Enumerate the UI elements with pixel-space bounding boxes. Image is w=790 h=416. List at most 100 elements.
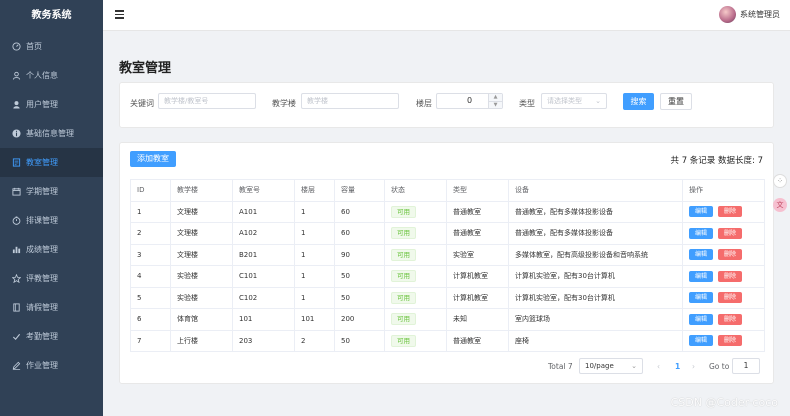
- current-page[interactable]: 1: [675, 358, 680, 374]
- chevron-down-icon: ⌄: [595, 97, 601, 105]
- edit-button[interactable]: 编辑: [689, 292, 713, 304]
- sidebar-item-10[interactable]: 考勤管理: [0, 322, 103, 351]
- page-size-value: 10/page: [585, 362, 614, 370]
- watermark: CSDN @Coder-coco: [670, 396, 778, 409]
- table-cell: 文理楼: [170, 200, 233, 223]
- delete-button[interactable]: 删除: [718, 227, 742, 239]
- table-cell: 50: [334, 265, 385, 288]
- edit-icon: [12, 361, 21, 370]
- table-cell: 上行楼: [170, 329, 233, 352]
- table-cell: 6: [130, 308, 171, 331]
- actions-cell: 编辑 删除: [682, 329, 765, 352]
- table-row: 2 文理楼 A102 1 60 可用 普通教室 普通教室，配有多媒体投影设备 编辑 删除: [130, 222, 765, 245]
- table-cell: 5: [130, 286, 171, 309]
- edit-button[interactable]: 编辑: [689, 270, 713, 282]
- add-classroom-button[interactable]: 添加教室: [130, 151, 176, 167]
- table-cell: 可用: [384, 243, 447, 266]
- table-cell: B201: [232, 243, 295, 266]
- table-cell: 普通教室，配有多媒体投影设备: [508, 200, 683, 223]
- delete-button[interactable]: 删除: [718, 206, 742, 218]
- edit-button[interactable]: 编辑: [689, 249, 713, 261]
- building-input[interactable]: 教学楼: [301, 93, 399, 109]
- hamburger-menu-icon[interactable]: [115, 10, 124, 19]
- sidebar-item-9[interactable]: 请假管理: [0, 293, 103, 322]
- table-cell: A102: [232, 222, 295, 245]
- floor-stepper[interactable]: ▲ ▼: [488, 94, 502, 108]
- sidebar-item-1[interactable]: 个人信息: [0, 61, 103, 90]
- reset-button[interactable]: 重置: [660, 93, 692, 110]
- table-cell: 1: [130, 200, 171, 223]
- table-cell: 1: [294, 243, 335, 266]
- edit-button[interactable]: 编辑: [689, 206, 713, 218]
- user-menu[interactable]: 系统管理员: [719, 6, 780, 23]
- grid-icon[interactable]: ⁘: [773, 174, 787, 188]
- page-size-select[interactable]: 10/page ⌄: [579, 358, 643, 374]
- column-header: 操作: [682, 179, 765, 202]
- increment-icon[interactable]: ▲: [489, 94, 502, 101]
- edit-button[interactable]: 编辑: [689, 313, 713, 325]
- sidebar-item-label: 排课管理: [26, 216, 58, 225]
- status-badge: 可用: [391, 270, 416, 283]
- sidebar-item-7[interactable]: 成绩管理: [0, 235, 103, 264]
- column-header: 容量: [334, 179, 385, 202]
- edit-button[interactable]: 编辑: [689, 227, 713, 239]
- goto-label: Go to: [709, 361, 730, 371]
- status-badge: 可用: [391, 313, 416, 326]
- dashboard-icon: [12, 42, 21, 51]
- sidebar-item-2[interactable]: 用户管理: [0, 90, 103, 119]
- delete-button[interactable]: 删除: [718, 249, 742, 261]
- floor-number-input[interactable]: 0 ▲ ▼: [436, 93, 503, 109]
- search-form: 关键词 教学楼/教室号 教学楼 教学楼 楼层 0 ▲ ▼ 类型 请选择类型 ⌄ …: [119, 82, 774, 128]
- username[interactable]: 系统管理员: [740, 9, 780, 20]
- sidebar-item-label: 学期管理: [26, 187, 58, 196]
- type-select[interactable]: 请选择类型 ⌄: [541, 93, 607, 109]
- delete-button[interactable]: 删除: [718, 292, 742, 304]
- table-cell: 50: [334, 286, 385, 309]
- keyword-label: 关键词: [130, 99, 154, 108]
- status-badge: 可用: [391, 248, 416, 261]
- sidebar-item-label: 评教管理: [26, 274, 58, 283]
- delete-button[interactable]: 删除: [718, 335, 742, 347]
- sidebar-item-8[interactable]: 评教管理: [0, 264, 103, 293]
- table-cell: 可用: [384, 222, 447, 245]
- table-cell: 普通教室: [446, 222, 509, 245]
- table-cell: 101: [294, 308, 335, 331]
- sidebar-item-11[interactable]: 作业管理: [0, 351, 103, 380]
- type-select-placeholder: 请选择类型: [547, 97, 582, 105]
- table-cell: 60: [334, 200, 385, 223]
- record-count: 共 7 条记录 数据长度: 7: [670, 156, 764, 166]
- status-badge: 可用: [391, 334, 416, 347]
- edit-button[interactable]: 编辑: [689, 335, 713, 347]
- delete-button[interactable]: 删除: [718, 270, 742, 282]
- table-cell: 90: [334, 243, 385, 266]
- delete-button[interactable]: 删除: [718, 313, 742, 325]
- keyword-input[interactable]: 教学楼/教室号: [158, 93, 256, 109]
- sidebar-item-4[interactable]: 教室管理: [0, 148, 103, 177]
- table-cell: 实验楼: [170, 286, 233, 309]
- table-cell: 可用: [384, 286, 447, 309]
- table-row: 5 实验楼 C102 1 50 可用 计算机教室 计算机实验室，配有30台计算机 编辑 删除: [130, 286, 765, 309]
- sidebar-item-label: 用户管理: [26, 100, 58, 109]
- goto-page-input[interactable]: 1: [732, 358, 760, 374]
- table-cell: 计算机教室: [446, 265, 509, 288]
- sidebar-item-0[interactable]: 首页: [0, 32, 103, 61]
- table-cell: 多媒体教室，配有高级投影设备和音响系统: [508, 243, 683, 266]
- next-page-icon[interactable]: ›: [692, 358, 695, 374]
- column-header: 类型: [446, 179, 509, 202]
- prev-page-icon[interactable]: ‹: [657, 358, 660, 374]
- column-header: 状态: [384, 179, 447, 202]
- sidebar-item-5[interactable]: 学期管理: [0, 177, 103, 206]
- sidebar: 教务系统 首页 个人信息 用户管理 基础信息管理 教室管理 学期管理 排课管理 成绩管理 评教管…: [0, 0, 103, 416]
- table-row: 4 实验楼 C101 1 50 可用 计算机教室 计算机实验室，配有30台计算机 编辑 删除: [130, 265, 765, 288]
- avatar[interactable]: [719, 6, 736, 23]
- floor-label: 楼层: [416, 99, 432, 108]
- sidebar-item-6[interactable]: 排课管理: [0, 206, 103, 235]
- decrement-icon[interactable]: ▼: [489, 101, 502, 108]
- table-cell: 室内篮球场: [508, 308, 683, 331]
- table-cell: 计算机实验室，配有30台计算机: [508, 286, 683, 309]
- translate-icon[interactable]: 文: [773, 198, 787, 212]
- sidebar-item-label: 考勤管理: [26, 332, 58, 341]
- search-button[interactable]: 搜索: [623, 93, 654, 110]
- sidebar-item-3[interactable]: 基础信息管理: [0, 119, 103, 148]
- status-badge: 可用: [391, 291, 416, 304]
